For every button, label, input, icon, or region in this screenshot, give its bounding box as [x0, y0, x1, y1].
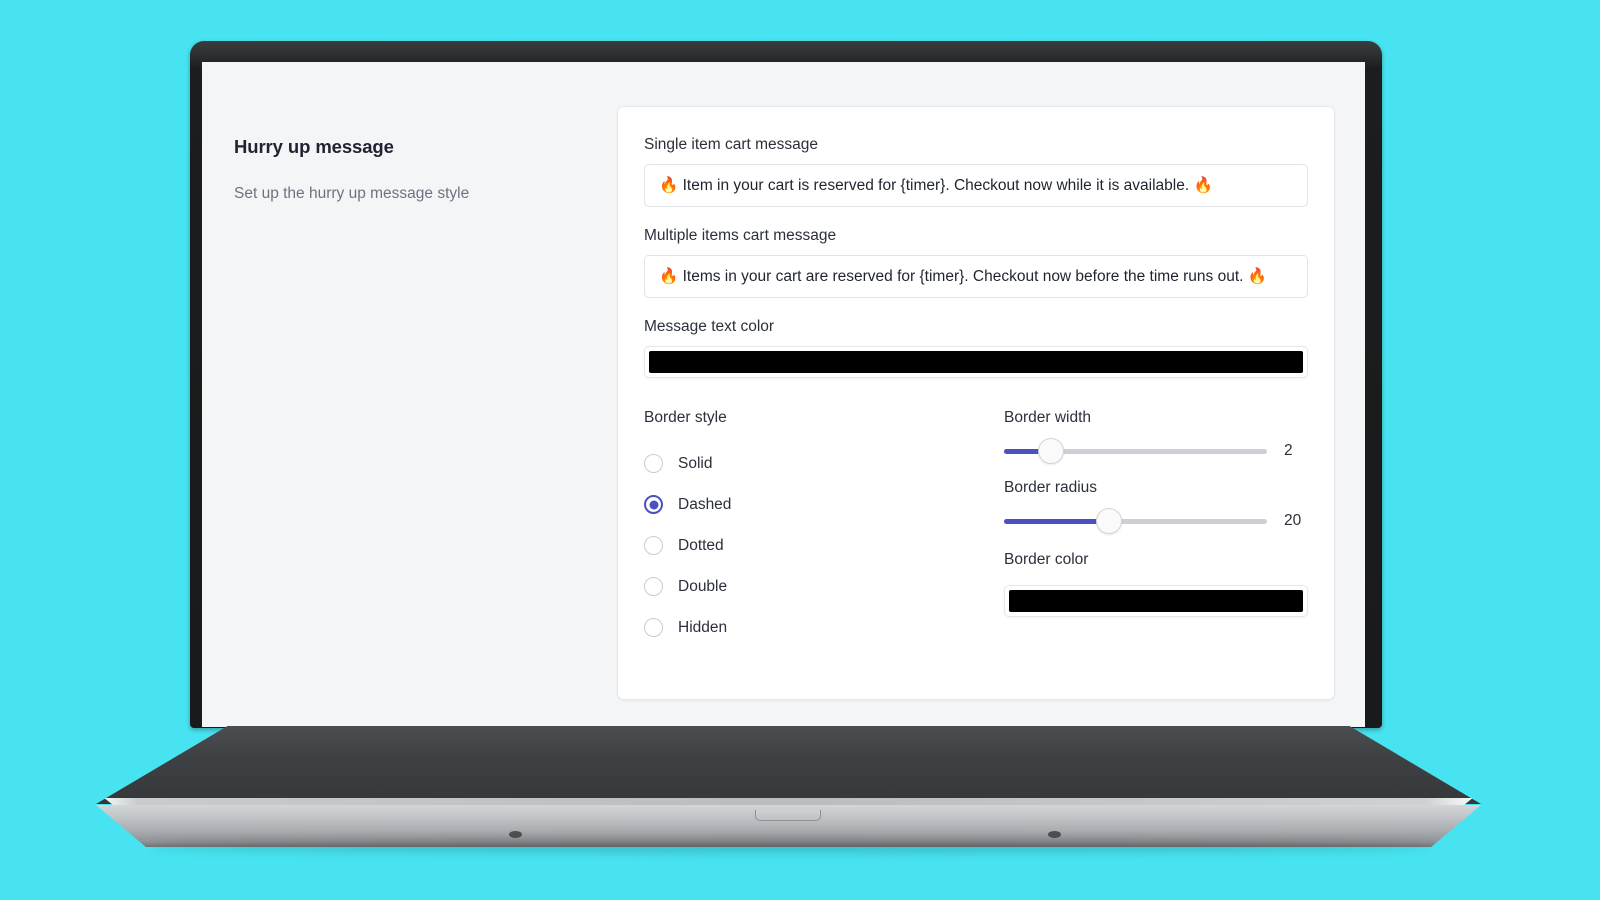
- border-style-option-label: Double: [678, 577, 728, 595]
- single-item-message-input[interactable]: 🔥 Item in your cart is reserved for {tim…: [644, 164, 1308, 207]
- border-width-label: Border width: [1004, 409, 1092, 426]
- app-window: Hurry up message Set up the hurry up mes…: [202, 62, 1365, 727]
- laptop-base-foot-left: [509, 831, 522, 838]
- border-style-option-double[interactable]: Double: [644, 566, 992, 607]
- laptop-mockup: Hurry up message Set up the hurry up mes…: [0, 0, 1600, 900]
- laptop-front-notch: [755, 810, 821, 821]
- border-color-label: Border color: [1004, 551, 1089, 568]
- radio-icon[interactable]: [644, 454, 663, 473]
- border-width-field: Border width 2: [1004, 409, 1308, 471]
- multiple-items-message-field: Multiple items cart message 🔥 Items in y…: [644, 227, 1308, 298]
- border-style-option-dashed[interactable]: Dashed: [644, 484, 992, 525]
- border-radius-slider[interactable]: [1004, 508, 1267, 534]
- border-color-swatch[interactable]: [1009, 590, 1303, 612]
- radio-selected-icon[interactable]: [644, 495, 663, 514]
- border-style-option-label: Hidden: [678, 618, 728, 636]
- radio-icon[interactable]: [644, 618, 663, 637]
- border-width-slider[interactable]: [1004, 438, 1267, 464]
- laptop-base-top: [96, 726, 1481, 804]
- settings-side-panel: Hurry up message Set up the hurry up mes…: [232, 106, 617, 727]
- border-color-picker[interactable]: [1004, 585, 1308, 617]
- border-width-value: 2: [1284, 442, 1293, 459]
- border-style-option-solid[interactable]: Solid: [644, 443, 992, 484]
- border-radius-label: Border radius: [1004, 479, 1098, 496]
- message-text-color-swatch[interactable]: [649, 351, 1303, 373]
- multiple-items-message-label: Multiple items cart message: [644, 227, 837, 244]
- settings-card: Single item cart message 🔥 Item in your …: [617, 106, 1335, 700]
- single-item-message-label: Single item cart message: [644, 136, 819, 153]
- laptop-screen: Hurry up message Set up the hurry up mes…: [202, 62, 1365, 727]
- slider-thumb[interactable]: [1096, 508, 1123, 534]
- message-text-color-field: Message text color: [644, 318, 1308, 378]
- radio-icon[interactable]: [644, 536, 663, 555]
- border-style-option-hidden[interactable]: Hidden: [644, 607, 992, 648]
- message-text-color-picker[interactable]: [644, 346, 1308, 378]
- slider-thumb[interactable]: [1038, 438, 1065, 464]
- border-style-label: Border style: [644, 409, 727, 426]
- border-style-option-label: Dashed: [678, 495, 732, 513]
- border-radius-value: 20: [1284, 512, 1302, 529]
- laptop-base-foot-right: [1048, 831, 1061, 838]
- border-color-field: Border color: [1004, 551, 1308, 617]
- page-title: Hurry up message: [234, 136, 394, 157]
- page-subtitle: Set up the hurry up message style: [234, 185, 470, 202]
- message-text-color-label: Message text color: [644, 318, 775, 335]
- border-radius-field: Border radius 20: [1004, 479, 1308, 541]
- radio-icon[interactable]: [644, 577, 663, 596]
- border-style-group: Border style Solid Dashed Dotted Double …: [644, 409, 992, 648]
- multiple-items-message-input[interactable]: 🔥 Items in your cart are reserved for {t…: [644, 255, 1308, 298]
- border-style-option-dotted[interactable]: Dotted: [644, 525, 992, 566]
- border-style-option-label: Solid: [678, 454, 713, 472]
- laptop-drop-shadow: [150, 840, 1430, 852]
- border-settings-row: Border style Solid Dashed Dotted Double …: [644, 409, 1308, 648]
- border-style-option-label: Dotted: [678, 536, 724, 554]
- slider-fill: [1004, 518, 1110, 524]
- border-dimension-controls: Border width 2 Border radius 20 Border c…: [1002, 409, 1308, 648]
- single-item-message-field: Single item cart message 🔥 Item in your …: [644, 136, 1308, 207]
